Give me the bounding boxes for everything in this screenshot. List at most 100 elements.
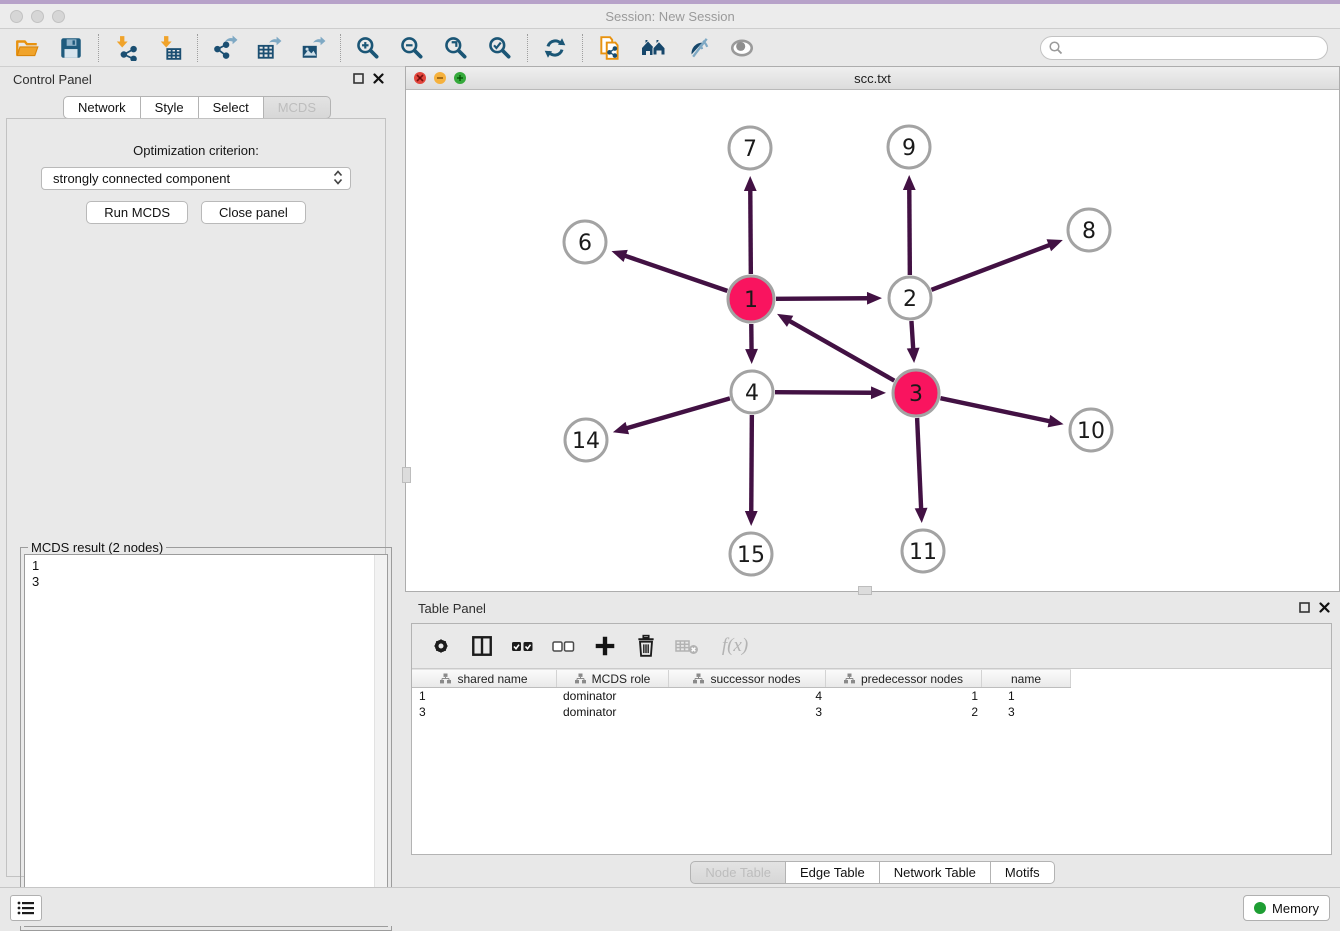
refresh-layout-icon[interactable] [541,34,569,62]
table-cell[interactable]: dominator [557,689,669,703]
zoom-selected-icon[interactable] [486,34,514,62]
table-cell[interactable]: 1 [412,689,557,703]
graph-edge[interactable] [917,418,921,510]
column-header-shared-name[interactable]: shared name [412,670,557,687]
splitter-grip-left[interactable] [402,467,411,483]
graph-node-label: 2 [903,287,917,312]
tab-mcds[interactable]: MCDS [264,96,331,119]
table-row[interactable]: 1dominator411 [412,688,1071,704]
chevron-updown-icon [333,170,343,188]
zoom-out-icon[interactable] [398,34,426,62]
graph-edge-arrowhead [1048,415,1064,428]
graph-edge-arrowhead [744,176,757,191]
import-table-icon[interactable] [156,34,184,62]
table-cell[interactable]: 4 [669,689,826,703]
graph-edge[interactable] [788,320,894,380]
graph-edge[interactable] [775,392,873,393]
first-neighbors-icon[interactable] [640,34,668,62]
graph-node-label: 1 [744,288,758,313]
search-input[interactable] [1040,36,1328,60]
column-header-MCDS-role[interactable]: MCDS role [557,670,669,687]
mcds-panel: Optimization criterion: strongly connect… [6,118,386,877]
run-mcds-button[interactable]: Run MCDS [86,201,188,224]
graph-edge[interactable] [625,398,730,428]
table-body: 1dominator4113dominator323 [412,688,1331,720]
delete-table-icon[interactable] [674,633,700,659]
zoom-fit-icon[interactable] [442,34,470,62]
tree-icon [575,673,586,684]
memory-button[interactable]: Memory [1243,895,1330,921]
float-table-panel-icon[interactable] [1299,600,1310,618]
close-table-panel-icon[interactable] [1319,600,1330,618]
delete-columns-icon[interactable] [633,633,659,659]
tab-network-table[interactable]: Network Table [880,861,991,884]
export-network-icon[interactable] [211,34,239,62]
column-header-successor-nodes[interactable]: successor nodes [669,670,826,687]
graph-edge[interactable] [932,245,1051,290]
graph-node-label: 7 [743,137,757,162]
save-session-icon[interactable] [57,34,85,62]
result-scrollbar[interactable] [374,555,387,926]
graph-edge-arrowhead [745,349,758,364]
graph-node-label: 15 [737,543,765,568]
graph-edge-arrowhead [1047,239,1063,251]
function-builder-icon[interactable]: f(x) [715,633,755,659]
clone-network-icon[interactable] [596,34,624,62]
splitter-grip-bottom[interactable] [858,586,872,595]
table-header-row: shared nameMCDS rolesuccessor nodes prede… [412,669,1071,688]
table-cell[interactable]: 2 [826,705,982,719]
open-session-icon[interactable] [13,34,41,62]
show-columns-icon[interactable] [469,633,495,659]
tab-network[interactable]: Network [63,96,141,119]
show-graphics-details-icon[interactable] [684,34,712,62]
table-cell[interactable]: dominator [557,705,669,719]
column-header-name[interactable]: name [982,670,1071,687]
unselect-all-columns-icon[interactable] [551,633,577,659]
tab-edge-table[interactable]: Edge Table [786,861,880,884]
birds-eye-view-icon[interactable] [728,34,756,62]
mcds-result-area[interactable]: 1 3 [24,554,388,927]
graph-edge[interactable] [750,189,751,274]
export-table-icon[interactable] [255,34,283,62]
create-column-icon[interactable] [592,633,618,659]
network-canvas[interactable]: 7968124314101511 [406,90,1339,591]
search-icon [1048,40,1064,61]
optimization-criterion-label: Optimization criterion: [7,143,385,158]
tab-node-table[interactable]: Node Table [690,861,786,884]
graph-edge[interactable] [911,321,913,350]
select-all-columns-icon[interactable] [510,633,536,659]
graph-edge[interactable] [751,415,752,513]
optimization-criterion-select[interactable]: strongly connected component [41,167,351,190]
main-toolbar [0,29,1340,67]
table-cell[interactable]: 3 [982,705,1071,719]
import-network-icon[interactable] [112,34,140,62]
zoom-in-icon[interactable] [354,34,382,62]
tab-style[interactable]: Style [141,96,199,119]
column-header-label: name [1011,672,1041,686]
tab-motifs[interactable]: Motifs [991,861,1055,884]
close-panel-button[interactable]: Close panel [201,201,306,224]
table-cell[interactable]: 3 [669,705,826,719]
column-header-predecessor-nodes[interactable]: predecessor nodes [826,670,982,687]
table-cell[interactable]: 1 [982,689,1071,703]
list-icon [16,899,36,917]
status-bar: Memory [0,887,1340,926]
mcds-result-group: MCDS result (2 nodes) 1 3 [20,547,392,931]
graph-edge-arrowhead [907,348,920,363]
graph-edge[interactable] [909,188,910,275]
graph-edge[interactable] [940,398,1050,421]
graph-node-label: 8 [1082,219,1096,244]
float-panel-icon[interactable] [353,71,364,89]
graph-edge[interactable] [776,298,869,299]
column-header-label: predecessor nodes [861,672,963,686]
task-history-button[interactable] [10,895,42,921]
close-panel-icon[interactable] [373,71,384,89]
graph-edge[interactable] [624,255,728,291]
table-options-icon[interactable] [428,633,454,659]
export-image-icon[interactable] [299,34,327,62]
table-cell[interactable]: 3 [412,705,557,719]
tab-select[interactable]: Select [199,96,264,119]
table-row[interactable]: 3dominator323 [412,704,1071,720]
network-view-titlebar[interactable]: scc.txt [406,67,1339,90]
table-cell[interactable]: 1 [826,689,982,703]
